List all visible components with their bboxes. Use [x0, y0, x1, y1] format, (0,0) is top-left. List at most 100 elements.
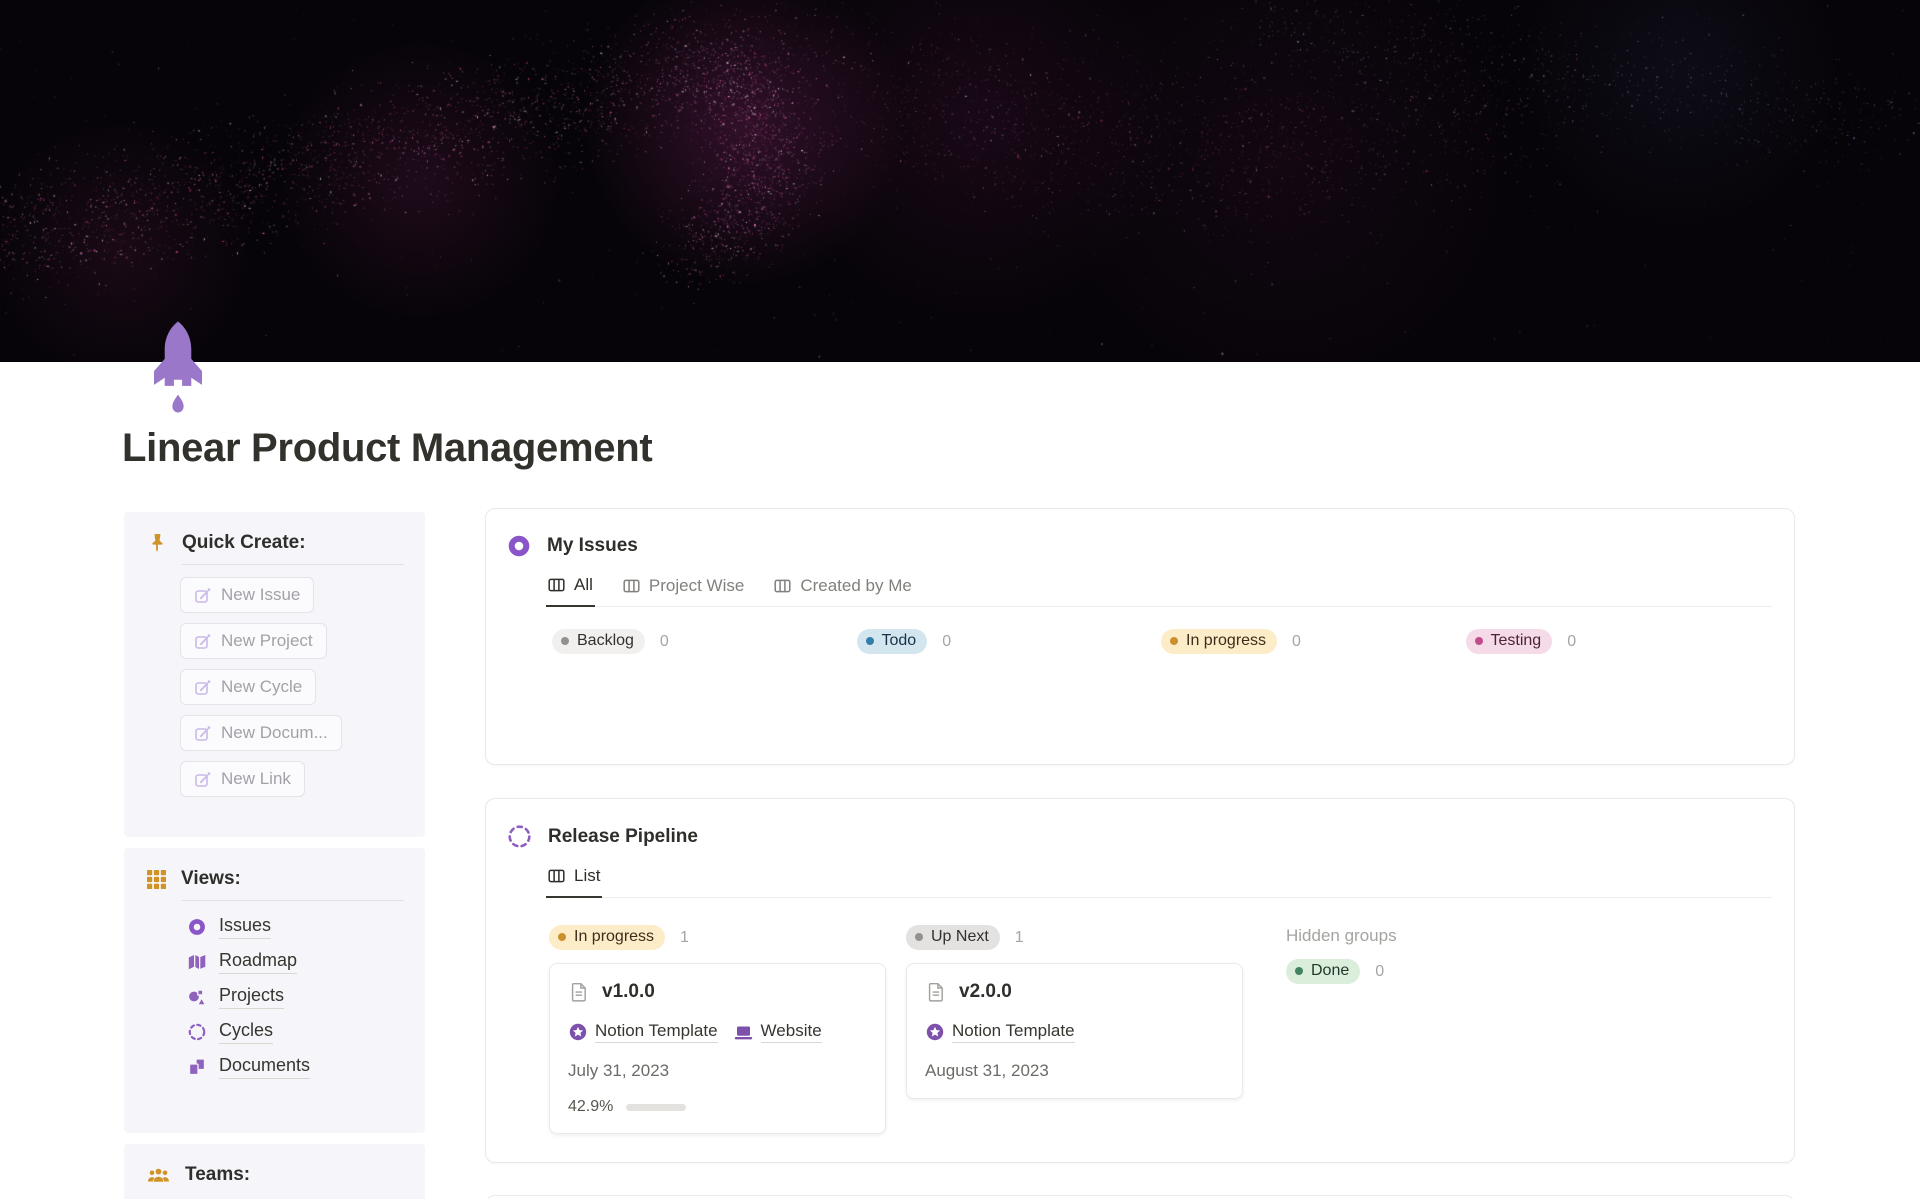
button-label: New Docum... [221, 723, 328, 742]
status-pill-todo[interactable]: Todo [856, 629, 928, 654]
views-header: Views: [146, 868, 409, 890]
star-badge-icon [926, 1023, 944, 1041]
banner-image [0, 0, 1920, 362]
button-label: New Project [221, 631, 313, 650]
group-count: 1 [680, 928, 689, 946]
status-pill-done[interactable]: Done [1286, 959, 1361, 984]
pushpin-icon [152, 534, 163, 552]
release-card-date: July 31, 2023 [568, 1061, 670, 1080]
status-pill-backlog[interactable]: Backlog [552, 629, 645, 654]
new-document-button[interactable]: New Docum... [180, 715, 342, 751]
release-pipeline-header: Release Pipeline [486, 799, 1794, 850]
sidebar: Quick Create: New Issue New Project New … [124, 512, 425, 1199]
link-website[interactable]: Website [733, 1021, 822, 1043]
column-in-progress: In progress 1 v1.0.0 Notion Template Web… [549, 924, 886, 1134]
teams-title: Teams: [185, 1164, 251, 1185]
my-issues-header: My Issues [486, 509, 1794, 559]
donut-icon [508, 535, 530, 557]
compose-icon [195, 633, 211, 649]
rocket-icon [153, 321, 203, 413]
new-cycle-button[interactable]: New Cycle [180, 669, 317, 705]
release-card-v2[interactable]: v2.0.0 Notion Template August 31, 2023 [906, 963, 1243, 1099]
release-card-v1[interactable]: v1.0.0 Notion Template Website July 31, … [549, 963, 886, 1134]
status-pill-in-progress[interactable]: In progress [549, 925, 666, 950]
group-in-progress: In progress 0 [1161, 629, 1466, 654]
tab-all[interactable]: All [546, 571, 595, 607]
new-issue-button[interactable]: New Issue [180, 577, 315, 613]
hidden-groups-label[interactable]: Hidden groups [1263, 924, 1600, 946]
pill-label: Todo [881, 632, 917, 649]
status-pill-in-progress[interactable]: In progress [1161, 629, 1278, 654]
status-dot [558, 933, 566, 941]
status-pill-testing[interactable]: Testing [1465, 629, 1553, 654]
new-link-button[interactable]: New Link [180, 761, 305, 797]
my-issues-tabs: All Project Wise Created by Me [546, 571, 1772, 607]
release-card-title-row: v2.0.0 [925, 981, 1224, 1003]
release-pipeline-tabs: List [546, 862, 1772, 898]
board-view-icon [774, 579, 791, 592]
tab-label: List [574, 866, 601, 885]
dashed-circle-icon [188, 1023, 206, 1041]
progress-percent: 42.9% [568, 1098, 614, 1115]
release-card-title: v1.0.0 [602, 981, 655, 1002]
sidebar-item-projects[interactable]: Projects [187, 985, 285, 1009]
button-label: New Cycle [221, 677, 303, 696]
view-link-label: Cycles [219, 1020, 274, 1044]
group-todo: Todo 0 [856, 629, 1162, 654]
release-card-date: August 31, 2023 [925, 1061, 1049, 1080]
pill-label: In progress [1186, 632, 1267, 649]
board-view-icon [548, 869, 565, 883]
status-dot [1295, 967, 1303, 975]
link-label: Notion Template [595, 1021, 718, 1043]
pill-label: Done [1311, 962, 1350, 979]
compose-icon [195, 587, 211, 603]
group-count: 0 [1292, 632, 1301, 650]
compose-icon [195, 771, 211, 787]
document-icon [928, 982, 943, 1002]
group-count: 0 [659, 632, 669, 650]
tab-project-wise[interactable]: Project Wise [621, 571, 746, 606]
sidebar-item-roadmap[interactable]: Roadmap [187, 950, 298, 974]
pill-label: Backlog [577, 632, 634, 649]
column-header: Up Next 1 [906, 924, 1243, 951]
quick-create-panel: Quick Create: New Issue New Project New … [124, 512, 425, 837]
tab-list[interactable]: List [546, 862, 603, 898]
link-notion-template[interactable]: Notion Template [925, 1021, 1075, 1043]
tab-label: Project Wise [648, 575, 745, 595]
view-link-label: Projects [219, 985, 285, 1009]
status-pill-up-next[interactable]: Up Next [906, 925, 1000, 950]
next-card-top [485, 1195, 1795, 1199]
sidebar-item-issues[interactable]: Issues [187, 915, 272, 939]
link-notion-template[interactable]: Notion Template [568, 1021, 718, 1043]
new-project-button[interactable]: New Project [180, 623, 327, 659]
group-count: 1 [1014, 928, 1024, 946]
column-header: Done 0 [1286, 958, 1600, 985]
progress-bar [626, 1103, 687, 1111]
release-pipeline-card: Release Pipeline List In progress 1 v1.0… [485, 798, 1795, 1163]
dashed-circle-icon [508, 825, 531, 848]
column-hidden-groups: Hidden groups Done 0 [1263, 924, 1600, 1134]
sidebar-item-documents[interactable]: Documents [187, 1055, 311, 1079]
compose-icon [195, 679, 211, 695]
release-card-title: v2.0.0 [959, 981, 1012, 1002]
group-count: 0 [1567, 632, 1577, 650]
grid-icon [147, 869, 166, 889]
group-backlog: Backlog 0 [552, 629, 857, 654]
tab-label: Created by Me [800, 575, 912, 595]
view-link-label: Roadmap [219, 950, 298, 974]
column-header: In progress 1 [549, 924, 886, 951]
group-testing: Testing 0 [1465, 629, 1771, 654]
pill-label: Up Next [931, 928, 989, 945]
tab-created-by-me[interactable]: Created by Me [772, 571, 914, 606]
laptop-icon [734, 1026, 752, 1040]
sidebar-item-cycles[interactable]: Cycles [187, 1020, 274, 1044]
view-link-label: Issues [219, 915, 272, 939]
views-title: Views: [181, 868, 241, 889]
release-card-title-row: v1.0.0 [568, 981, 867, 1003]
board-view-icon [623, 579, 640, 592]
quick-create-title: Quick Create: [182, 532, 306, 553]
link-label: Notion Template [952, 1021, 1075, 1043]
release-pipeline-columns: In progress 1 v1.0.0 Notion Template Web… [486, 898, 1794, 1134]
divider [182, 900, 404, 901]
status-dot [1474, 637, 1483, 645]
